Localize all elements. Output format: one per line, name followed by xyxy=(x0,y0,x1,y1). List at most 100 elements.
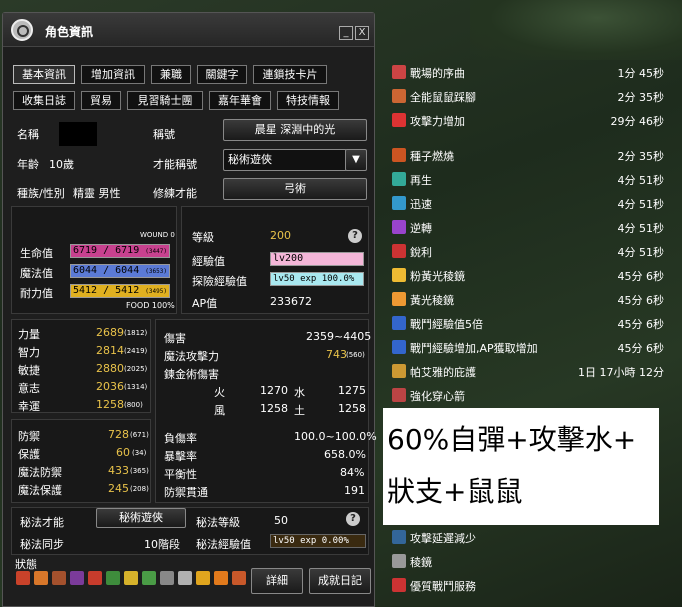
status-icon-3[interactable] xyxy=(52,571,66,585)
defense-value: 245 xyxy=(108,482,129,495)
detail-button[interactable]: 詳細 xyxy=(251,568,303,594)
status-icon-12[interactable] xyxy=(214,571,228,585)
ap-value: 233672 xyxy=(270,295,312,308)
sp-label: 耐力值 xyxy=(20,287,53,300)
buff-item[interactable]: 戰鬥經驗增加,AP獲取增加 45分 6秒 xyxy=(390,337,672,357)
buff-item[interactable]: 銳利 4分 51秒 xyxy=(390,241,672,261)
buff-item[interactable]: 強化穿心箭 xyxy=(390,385,672,405)
hp-label: 生命值 xyxy=(20,247,53,260)
tab-part-time[interactable]: 兼職 xyxy=(151,65,191,84)
minimize-button[interactable]: _ xyxy=(339,26,353,40)
achievement-diary-button[interactable]: 成就日記 xyxy=(309,568,371,594)
buff-icon xyxy=(392,530,406,544)
talent-title-select[interactable]: 秘術遊俠 xyxy=(223,149,347,171)
mp-bar: 6044 / 6044 (3653) xyxy=(70,264,170,278)
chevron-down-icon[interactable]: ▼ xyxy=(345,149,367,171)
tab-chain-cards[interactable]: 連鎖技卡片 xyxy=(253,65,327,84)
buff-item[interactable]: 迅速 4分 51秒 xyxy=(390,193,672,213)
window-titlebar[interactable]: 角色資訊 _ X xyxy=(3,13,374,47)
buff-item[interactable]: 種子燃燒 2分 35秒 xyxy=(390,145,672,165)
buff-name: 逆轉 xyxy=(410,222,432,235)
buff-name: 黃光稜鏡 xyxy=(410,294,454,307)
hp-bar: 6719 / 6719 (3447) xyxy=(70,244,170,258)
stats-panel: 力量 2689 (1812) 智力 2814 (2419) 敏捷 2880 (2… xyxy=(11,319,151,413)
buff-item[interactable]: 戰鬥經驗值5倍 45分 6秒 xyxy=(390,313,672,333)
buff-time: 4分 51秒 xyxy=(617,198,665,211)
tab-collection-log[interactable]: 收集日誌 xyxy=(13,91,75,110)
buff-item[interactable]: 全能鼠鼠踩腳 2分 35秒 xyxy=(390,86,672,106)
buff-item[interactable]: 優質戰鬥服務 xyxy=(390,575,672,595)
buff-name: 戰鬥經驗值5倍 xyxy=(410,318,483,331)
stat-base: (2025) xyxy=(124,365,148,373)
buff-item[interactable]: 帕艾雅的庇護 1日 17小時 12分 xyxy=(390,361,672,381)
buff-item[interactable]: 攻擊力增加 29分 46秒 xyxy=(390,110,672,130)
buff-time: 45分 6秒 xyxy=(617,318,665,331)
hp-base: (3447) xyxy=(145,248,167,255)
status-icon-7[interactable] xyxy=(124,571,138,585)
training-selector[interactable]: 弓術 xyxy=(223,178,367,200)
status-icon-2[interactable] xyxy=(34,571,48,585)
stat-label: 智力 xyxy=(18,346,40,359)
tab-extra-info[interactable]: 增加資訊 xyxy=(81,65,145,84)
buff-item[interactable]: 再生 4分 51秒 xyxy=(390,169,672,189)
fire-label: 火 xyxy=(214,386,225,399)
tab-knight-squire[interactable]: 見習騎士團 xyxy=(127,91,203,110)
magic-attack-label: 魔法攻擊力 xyxy=(164,350,219,363)
buff-icon xyxy=(392,364,406,378)
buff-item[interactable]: 逆轉 4分 51秒 xyxy=(390,217,672,237)
explore-bar: lv50 exp 100.0% xyxy=(270,272,364,286)
status-icon-8[interactable] xyxy=(142,571,156,585)
status-icon-1[interactable] xyxy=(16,571,30,585)
damage-value: 2359~4405 xyxy=(306,330,372,343)
status-icon-11[interactable] xyxy=(196,571,210,585)
buff-item[interactable]: 攻擊延遲減少 xyxy=(390,527,672,547)
buff-item[interactable]: 稜鏡 xyxy=(390,551,672,571)
help-icon[interactable]: ? xyxy=(348,229,362,243)
buff-item[interactable]: 粉黃光稜鏡 45分 6秒 xyxy=(390,265,672,285)
buff-name: 迅速 xyxy=(410,198,432,211)
status-icon-13[interactable] xyxy=(232,571,246,585)
status-icon-9[interactable] xyxy=(160,571,174,585)
explore-label: 探險經驗值 xyxy=(192,275,247,288)
status-icon-4[interactable] xyxy=(70,571,84,585)
buff-name: 銳利 xyxy=(410,246,432,259)
buff-time: 45分 6秒 xyxy=(617,342,665,355)
race-label: 種族/性別 xyxy=(17,187,65,200)
buff-time: 4分 51秒 xyxy=(617,174,665,187)
annotation-line-2: 狀支+鼠鼠 xyxy=(387,475,523,508)
buff-item[interactable]: 戰場的序曲 1分 45秒 xyxy=(390,62,672,82)
buff-time: 1日 17小時 12分 xyxy=(578,366,664,379)
rate-value: 658.0% xyxy=(324,448,366,461)
secret-sync-label: 秘法同步 xyxy=(20,538,64,551)
buff-name: 粉黃光稜鏡 xyxy=(410,270,465,283)
annotation-note: 60%自彈+攻擊水+ 狀支+鼠鼠 xyxy=(383,408,659,525)
secret-sync-value: 10階段 xyxy=(144,538,180,551)
buff-icon xyxy=(392,578,406,592)
tab-keywords[interactable]: 關鍵字 xyxy=(197,65,247,84)
status-icon-10[interactable] xyxy=(178,571,192,585)
age-value: 10歲 xyxy=(49,158,74,171)
secret-talent-label: 秘法才能 xyxy=(20,516,64,529)
buff-name: 強化穿心箭 xyxy=(410,390,465,403)
help-icon[interactable]: ? xyxy=(346,512,360,526)
tab-basic-info[interactable]: 基本資訊 xyxy=(13,65,75,84)
buff-icon xyxy=(392,220,406,234)
stat-base: (1314) xyxy=(124,383,148,391)
secret-exp-bar: lv50 exp 0.00% xyxy=(270,534,366,548)
status-label: 狀態 xyxy=(15,558,37,571)
secret-talent-button[interactable]: 秘術遊俠 xyxy=(96,508,186,528)
buff-time: 29分 46秒 xyxy=(610,115,665,128)
tab-carnival[interactable]: 嘉年華會 xyxy=(209,91,271,110)
close-button[interactable]: X xyxy=(355,26,369,40)
name-redacted xyxy=(59,122,97,146)
wind-label: 風 xyxy=(214,404,225,417)
status-icon-5[interactable] xyxy=(88,571,102,585)
status-icon-6[interactable] xyxy=(106,571,120,585)
tab-trade[interactable]: 貿易 xyxy=(81,91,121,110)
title-selector[interactable]: 晨星 深淵中的光 xyxy=(223,119,367,141)
buff-icon xyxy=(392,148,406,162)
buff-item[interactable]: 黃光稜鏡 45分 6秒 xyxy=(390,289,672,309)
buff-icon xyxy=(392,388,406,402)
defense-panel: 防禦 728 (671) 保護 60 (34) 魔法防禦 433 (365) 魔… xyxy=(11,419,151,503)
tab-special-skills[interactable]: 特技情報 xyxy=(277,91,339,110)
